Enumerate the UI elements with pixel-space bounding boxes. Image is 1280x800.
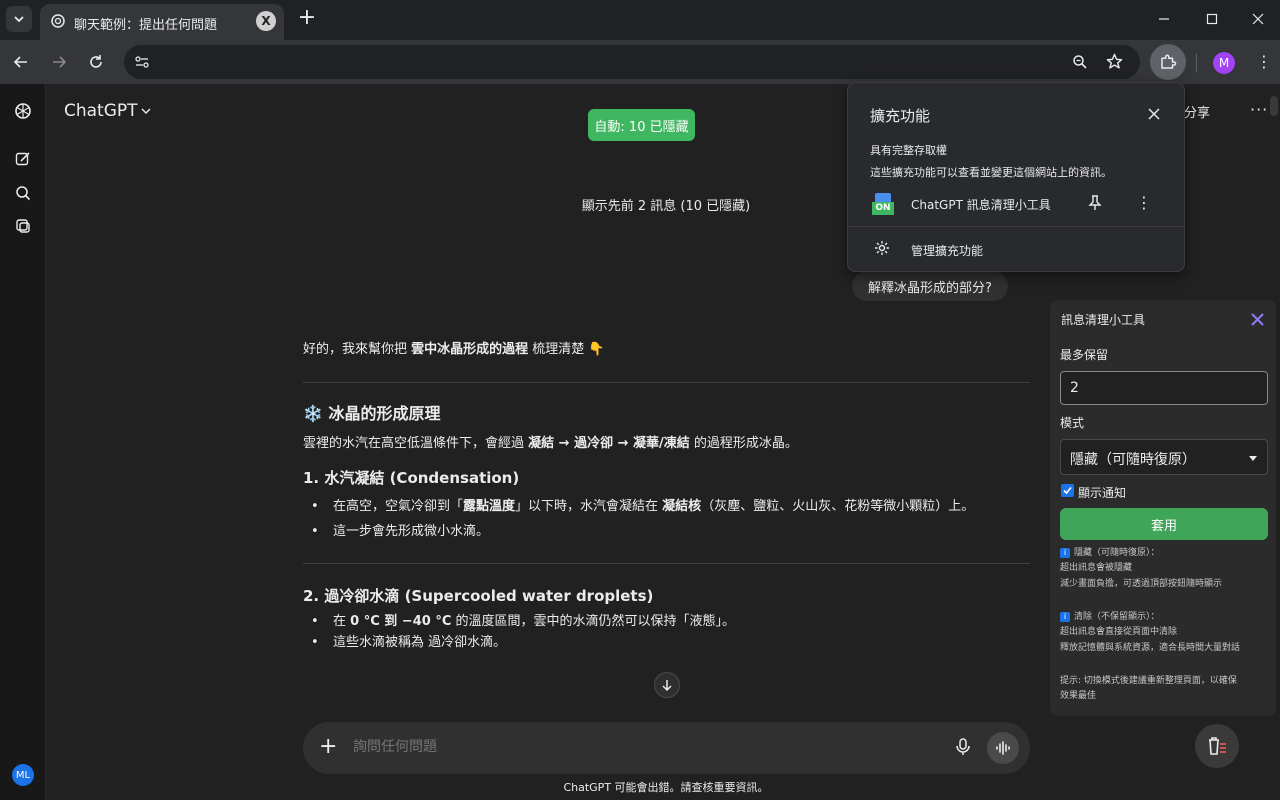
browser-tab[interactable]: 聊天範例：提出任何問題 X xyxy=(40,4,284,40)
disclaimer: ChatGPT 可能會出錯。請查核重要資訊。 xyxy=(563,781,769,794)
mode-selected-value: 隱藏（可隨時復原） xyxy=(1070,452,1196,468)
show-notification-checkbox[interactable] xyxy=(1061,484,1074,497)
trash-icon xyxy=(1209,737,1226,755)
library-icon[interactable] xyxy=(12,215,34,237)
mode-select[interactable]: 隱藏（可隨時復原） xyxy=(1060,439,1268,475)
keep-max-input[interactable] xyxy=(1060,371,1268,405)
model-selector[interactable]: ChatGPT xyxy=(64,101,138,121)
intro-paragraph: 好的，我來幫你把 雲中冰晶形成的過程 梳理清楚 👇 xyxy=(303,342,605,357)
more-options-button[interactable]: ··· xyxy=(1250,100,1268,119)
scrollbar[interactable] xyxy=(1270,96,1278,116)
minimize-button[interactable] xyxy=(1152,8,1176,30)
maximize-icon xyxy=(1206,13,1218,25)
help-delete: i 清除（不保留顯示）： 超出訊息會直接從頁面中清除 釋放記憶體與系統資源，適合長… xyxy=(1060,612,1241,653)
section-description: 雲裡的水汽在高空低溫條件下，會經過 凝結 → 過冷卻 → 凝華/凍結 的過程形成… xyxy=(303,436,798,452)
divider xyxy=(303,381,1030,383)
extension-name[interactable]: ChatGPT 訊息清理小工具 xyxy=(911,196,1051,213)
divider xyxy=(848,226,1184,227)
keep-max-label: 最多保留 xyxy=(1060,348,1109,362)
tab-title: 聊天範例：提出任何問題 xyxy=(74,18,218,33)
message-cleaner-panel: 訊息清理小工具 最多保留 模式 隱藏（可隨時復原） 顯示通知 套用 i隱藏（可隨… xyxy=(1050,300,1276,716)
access-description: 這些擴充功能可以查看並變更這個網站上的資訊。 xyxy=(870,166,1112,179)
browser-toolbar: M ⋮ xyxy=(0,40,1280,84)
full-access-heading: 具有完整存取權 xyxy=(870,144,947,157)
share-button[interactable]: 分享 xyxy=(1184,102,1210,121)
back-button[interactable] xyxy=(9,50,33,74)
step1-list: 在高空，空氣冷卻到「露點溫度」以下時，水汽會凝結在 凝結核（灰塵、鹽粒、火山灰、… xyxy=(303,497,1030,543)
divider xyxy=(303,562,1030,564)
chevron-down-icon xyxy=(14,16,24,23)
info-icon: i xyxy=(1060,548,1070,558)
reload-icon xyxy=(90,55,102,68)
browser-menu-button[interactable]: ⋮ xyxy=(1256,52,1272,71)
close-icon[interactable] xyxy=(1148,108,1160,120)
close-icon xyxy=(1252,13,1264,25)
reload-button[interactable] xyxy=(84,50,108,74)
mode-label: 模式 xyxy=(1060,416,1085,430)
extension-more-button[interactable]: ⋮ xyxy=(1136,193,1152,212)
composer: + xyxy=(303,722,1030,774)
address-bar[interactable] xyxy=(124,45,1140,79)
puzzle-piece-icon xyxy=(1161,54,1177,69)
manage-extensions-link[interactable]: 管理擴充功能 xyxy=(911,242,983,259)
voice-mode-button[interactable] xyxy=(987,732,1019,764)
list-item: 這一步會先形成微小水滴。 xyxy=(303,522,1030,543)
scroll-to-bottom-button[interactable] xyxy=(654,672,680,698)
profile-avatar[interactable]: M xyxy=(1213,52,1235,74)
microphone-icon[interactable] xyxy=(953,737,973,757)
arrow-down-icon xyxy=(662,680,672,692)
close-icon[interactable] xyxy=(1251,313,1264,326)
user-message-bubble: 解釋冰晶形成的部分? xyxy=(852,271,1008,301)
gear-icon xyxy=(875,241,889,255)
toolbar-divider xyxy=(1196,54,1197,72)
chatgpt-favicon-icon xyxy=(51,14,65,28)
tab-list-button[interactable] xyxy=(6,6,32,32)
close-window-button[interactable] xyxy=(1246,8,1270,30)
prompt-input[interactable] xyxy=(353,739,913,755)
extensions-button[interactable] xyxy=(1150,44,1186,80)
auto-hidden-badge[interactable]: 自動: 10 已隱藏 xyxy=(588,109,695,141)
list-item: 這些水滴被稱為 過冷卻水滴。 xyxy=(303,633,1030,654)
site-settings-icon[interactable] xyxy=(134,54,150,70)
bookmark-star-icon[interactable] xyxy=(1106,53,1123,70)
dropdown-caret-icon xyxy=(1249,456,1257,461)
new-chat-icon[interactable] xyxy=(12,148,34,170)
tab-close-button[interactable]: X xyxy=(256,11,276,31)
snowflake-icon: ❄️ xyxy=(303,403,323,423)
extension-icon: ON xyxy=(872,193,894,217)
list-item: 在高空，空氣冷卻到「露點溫度」以下時，水汽會凝結在 凝結核（灰塵、鹽粒、火山灰、… xyxy=(303,497,1030,518)
info-icon: i xyxy=(1060,612,1070,622)
arrow-left-icon xyxy=(13,56,27,68)
panel-title: 訊息清理小工具 xyxy=(1061,313,1146,327)
tab-bar: 聊天範例：提出任何問題 X + xyxy=(0,0,1280,40)
cleaner-toggle-button[interactable] xyxy=(1195,724,1239,768)
apply-button[interactable]: 套用 xyxy=(1060,508,1268,540)
left-rail: ML xyxy=(0,84,46,800)
extensions-popup: 擴充功能 具有完整存取權 這些擴充功能可以查看並變更這個網站上的資訊。 ON C… xyxy=(847,82,1185,272)
help-tip: 提示: 切換模式後建議重新整理頁面，以確保 效果最佳 xyxy=(1060,676,1237,702)
list-item: 在 0 °C 到 −40 °C 的溫度區間，雲中的水滴仍然可以保持「液態」。 xyxy=(303,612,1030,633)
assistant-message: 好的，我來幫你把 雲中冰晶形成的過程 梳理清楚 👇 ❄️ 冰晶的形成原理 雲裡的… xyxy=(303,340,1030,653)
section-heading: ❄️ 冰晶的形成原理 xyxy=(303,403,441,423)
forward-button[interactable] xyxy=(47,50,71,74)
checkmark-icon xyxy=(1063,486,1072,495)
new-tab-button[interactable]: + xyxy=(296,7,318,30)
chevron-down-icon[interactable] xyxy=(140,105,152,117)
step2-list: 在 0 °C 到 −40 °C 的溫度區間，雲中的水滴仍然可以保持「液態」。 這… xyxy=(303,612,1030,654)
pin-icon[interactable] xyxy=(1088,195,1102,211)
zoom-icon[interactable] xyxy=(1072,54,1088,70)
minimize-icon xyxy=(1159,18,1169,20)
popup-title: 擴充功能 xyxy=(870,107,931,125)
step1-heading: 1. 水汽凝結 (Condensation) xyxy=(303,469,520,488)
arrow-right-icon xyxy=(53,56,67,68)
attach-plus-icon[interactable]: + xyxy=(319,736,337,758)
chatgpt-logo-icon[interactable] xyxy=(12,100,34,122)
waveform-icon xyxy=(996,741,1010,755)
help-hide: i 隱藏（可隨時復原）： 超出訊息會被隱藏 減少畫面負擔，可透過頂部按鈕隨時顯示 xyxy=(1060,548,1223,589)
show-notification-label[interactable]: 顯示通知 xyxy=(1078,484,1126,501)
step2-heading: 2. 過冷卻水滴 (Supercooled water droplets) xyxy=(303,586,654,605)
maximize-button[interactable] xyxy=(1200,8,1224,30)
